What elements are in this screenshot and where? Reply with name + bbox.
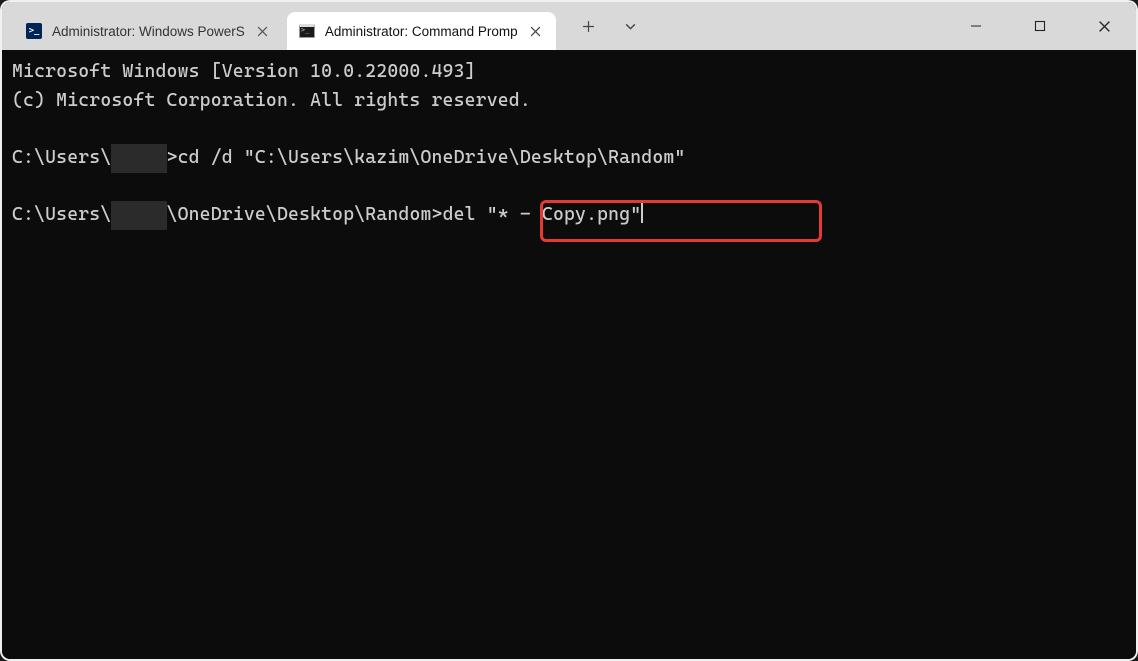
maximize-button[interactable] — [1008, 2, 1072, 50]
new-tab-button[interactable] — [580, 17, 598, 35]
close-icon[interactable] — [528, 23, 544, 39]
window-controls — [944, 2, 1136, 50]
tab-strip: >_ Administrator: Windows PowerS >_ Admi… — [2, 2, 556, 50]
prompt-line: C:\Users\kazim\OneDrive\Desktop\Random>d… — [12, 201, 1126, 230]
close-icon[interactable] — [255, 23, 271, 39]
terminal-output[interactable]: Microsoft Windows [Version 10.0.22000.49… — [2, 50, 1136, 659]
output-line: Microsoft Windows [Version 10.0.22000.49… — [12, 58, 1126, 87]
prompt-path: C:\Users\ — [12, 204, 111, 225]
prompt-line: C:\Users\kazim>cd /d "C:\Users\kazim\One… — [12, 144, 1126, 173]
powershell-icon: >_ — [26, 23, 42, 39]
prompt-path: \OneDrive\Desktop\Random> — [167, 204, 443, 225]
text-cursor — [641, 201, 643, 223]
cmd-icon: >_ — [299, 23, 315, 39]
tab-cmd[interactable]: >_ Administrator: Command Promp — [287, 12, 556, 50]
prompt-path: C:\Users\ — [12, 147, 111, 168]
minimize-button[interactable] — [944, 2, 1008, 50]
terminal-window: >_ Administrator: Windows PowerS >_ Admi… — [2, 2, 1136, 659]
titlebar: >_ Administrator: Windows PowerS >_ Admi… — [2, 2, 1136, 50]
command-text: del "* - Copy.png" — [443, 204, 642, 225]
tab-title: Administrator: Command Promp — [325, 24, 518, 39]
redacted-username: kazim — [111, 144, 166, 173]
tab-dropdown-button[interactable] — [622, 17, 640, 35]
tab-title: Administrator: Windows PowerS — [52, 24, 245, 39]
tab-powershell[interactable]: >_ Administrator: Windows PowerS — [14, 12, 283, 50]
blank-line — [12, 173, 1126, 202]
blank-line — [12, 115, 1126, 144]
close-button[interactable] — [1072, 2, 1136, 50]
titlebar-drag-area[interactable] — [640, 2, 944, 50]
tab-actions — [556, 2, 640, 50]
command-text: >cd /d "C:\Users\kazim\OneDrive\Desktop\… — [167, 147, 686, 168]
output-line: (c) Microsoft Corporation. All rights re… — [12, 87, 1126, 116]
redacted-username: kazim — [111, 201, 166, 230]
